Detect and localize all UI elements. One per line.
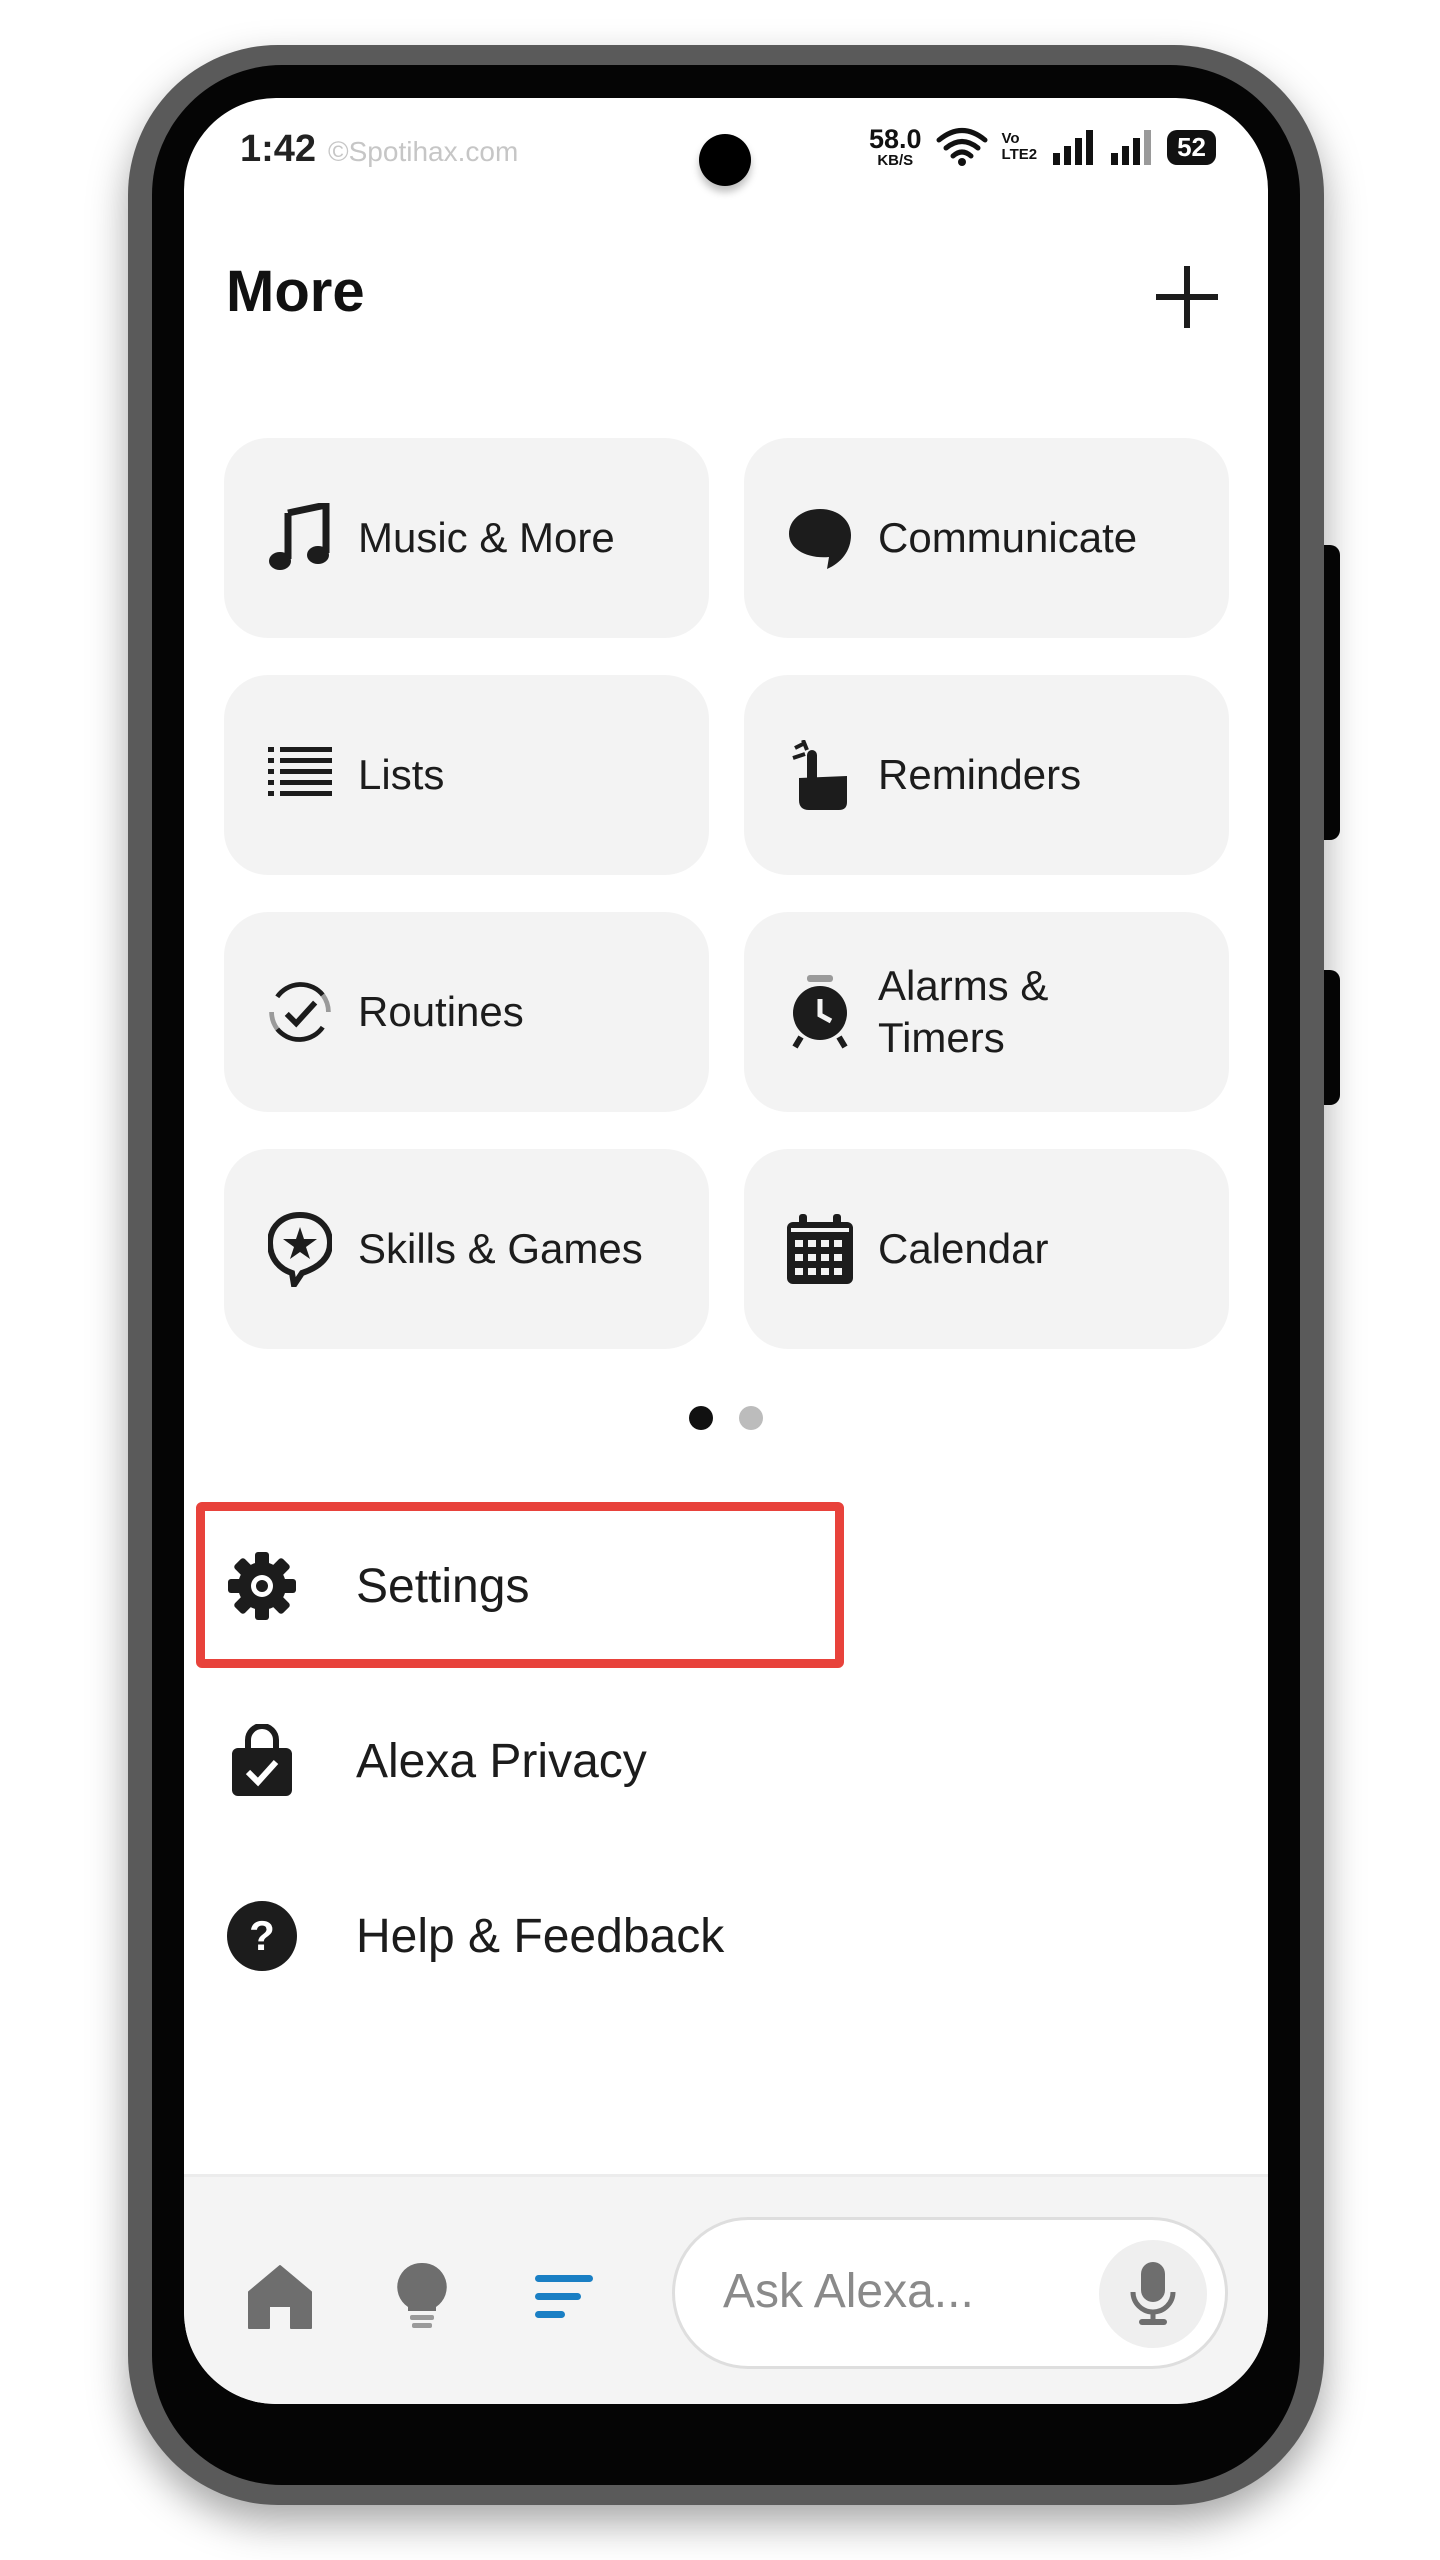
front-camera — [699, 134, 751, 186]
tile-label: Music & More — [358, 513, 615, 561]
bottom-navigation: Ask Alexa... — [184, 2174, 1268, 2404]
tile-skills-and-games[interactable]: Skills & Games — [224, 1149, 709, 1349]
watermark: ©Spotihax.com — [328, 136, 519, 167]
svg-text:?: ? — [249, 1912, 275, 1959]
tile-communicate[interactable]: Communicate — [744, 438, 1229, 638]
tile-label: Lists — [358, 750, 445, 798]
page-dot-active[interactable] — [689, 1406, 713, 1430]
page-indicator[interactable] — [689, 1406, 763, 1430]
network-speed-unit: KB/S — [877, 152, 914, 169]
volume-button — [1324, 545, 1340, 840]
tile-music-and-more[interactable]: Music & More — [224, 438, 709, 638]
home-icon[interactable] — [240, 2257, 320, 2337]
status-icons: 58.0 KB/S Vo LTE2 52 — [869, 126, 1216, 168]
microphone-icon[interactable] — [1099, 2240, 1207, 2348]
phone-screen: 1:42 ©Spotihax.com 58.0 KB/S Vo LTE2 52 … — [184, 98, 1268, 2404]
routines-icon — [264, 976, 336, 1048]
list-icon — [264, 739, 336, 811]
ask-alexa-placeholder: Ask Alexa... — [723, 2265, 974, 2318]
tile-alarms-and-timers[interactable]: Alarms & Timers — [744, 912, 1229, 1112]
settings-label: Settings — [356, 1559, 530, 1613]
volte-bottom: LTE2 — [1001, 146, 1038, 163]
lightbulb-icon[interactable] — [382, 2257, 462, 2337]
signal-icon-sim2 — [1111, 130, 1152, 165]
ask-alexa-input[interactable]: Ask Alexa... — [672, 2217, 1228, 2369]
wifi-icon — [936, 128, 988, 166]
help-feedback-item[interactable]: ? Help & Feedback — [224, 1876, 724, 1996]
privacy-lock-icon — [224, 1723, 300, 1799]
tile-calendar[interactable]: Calendar — [744, 1149, 1229, 1349]
tile-reminders[interactable]: Reminders — [744, 675, 1229, 875]
network-speed: 58.0 KB/S — [868, 124, 922, 169]
tile-label: Alarms & Timers — [878, 961, 1049, 1062]
reminder-hand-icon — [784, 739, 856, 811]
status-time: 1:42 — [240, 128, 317, 170]
feature-tiles: Music & More Communicate Lists Reminders… — [224, 438, 1229, 1349]
tile-label: Routines — [358, 987, 524, 1035]
music-note-icon — [264, 502, 336, 574]
help-feedback-label: Help & Feedback — [356, 1909, 725, 1963]
tile-label: Calendar — [878, 1224, 1049, 1272]
volte-top: Vo — [1001, 130, 1020, 148]
tile-label: Skills & Games — [358, 1224, 643, 1272]
calendar-icon — [784, 1213, 856, 1285]
alexa-privacy-label: Alexa Privacy — [356, 1734, 647, 1788]
page-dot[interactable] — [739, 1406, 763, 1430]
tile-label: Communicate — [878, 513, 1138, 561]
skills-star-icon — [264, 1211, 336, 1287]
chat-bubble-icon — [784, 502, 856, 574]
power-button — [1324, 970, 1340, 1105]
tile-routines[interactable]: Routines — [224, 912, 709, 1112]
alarm-clock-icon — [784, 975, 856, 1049]
tile-lists[interactable]: Lists — [224, 675, 709, 875]
plus-icon[interactable] — [1152, 262, 1222, 332]
battery-indicator: 52 — [1167, 129, 1216, 165]
more-menu-icon[interactable] — [524, 2257, 604, 2337]
volte-indicator: Vo LTE2 — [1002, 131, 1038, 163]
alexa-privacy-item[interactable]: Alexa Privacy — [224, 1701, 647, 1821]
settings-item[interactable]: Settings — [224, 1526, 529, 1646]
tile-label: Reminders — [878, 750, 1082, 798]
signal-icon-sim1 — [1053, 130, 1094, 165]
help-icon: ? — [224, 1898, 300, 1974]
page-title: More — [226, 259, 365, 324]
network-speed-value: 58.0 — [868, 124, 922, 154]
gear-icon — [224, 1548, 300, 1624]
